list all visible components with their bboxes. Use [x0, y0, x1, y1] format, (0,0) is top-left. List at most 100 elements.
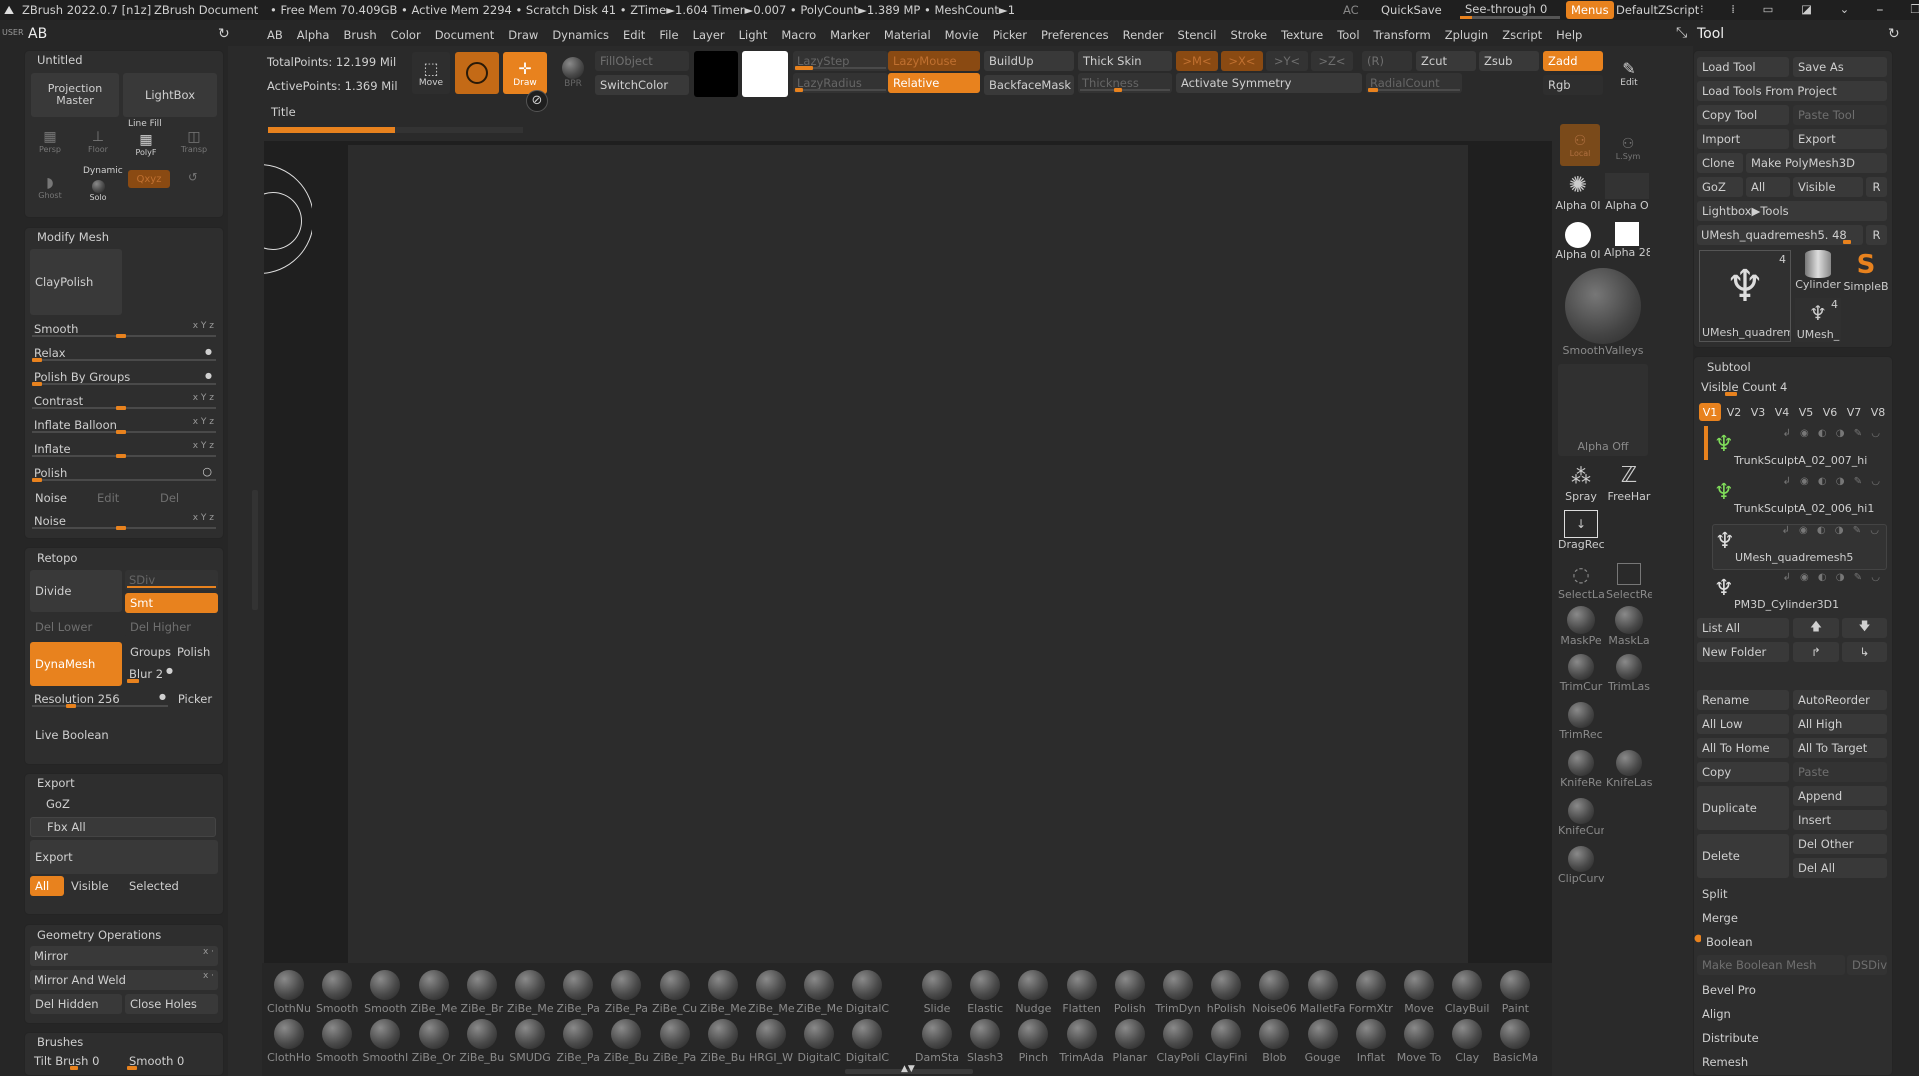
knifelasso-thumb[interactable]: KnifeLas [1606, 750, 1652, 794]
export-button[interactable]: Export [30, 840, 218, 874]
version-tab[interactable]: V5 [1795, 403, 1817, 421]
subtool-visibility-icon[interactable]: ↲ ◉ ◐ ◑ ✎ ◡ [1781, 525, 1882, 536]
trimcurve-thumb[interactable]: TrimCur [1558, 654, 1604, 698]
secondary-color-swatch[interactable] [742, 51, 788, 97]
brush-thumb[interactable]: ZiBe_Bu [459, 1019, 505, 1065]
brush-thumb[interactable]: SMUDG [507, 1019, 553, 1065]
sym-z-button[interactable]: >Z< [1311, 51, 1353, 71]
brush-thumb[interactable]: Slash3 [962, 1019, 1008, 1065]
brush-thumb[interactable]: Noise06 [1251, 970, 1297, 1016]
zadd-button[interactable]: Zadd [1543, 51, 1603, 71]
brush-thumb[interactable]: DigitalC [844, 1019, 890, 1065]
goz-all-button[interactable]: All [1746, 177, 1790, 197]
fbx-all-button[interactable]: Fbx All [30, 817, 216, 837]
ghost-button[interactable]: ◗ Ghost [32, 169, 68, 205]
folder-return-button[interactable]: ↳ [1842, 642, 1887, 662]
left-dock-handle[interactable] [252, 490, 258, 610]
selectrect-thumb[interactable]: SelectRe [1606, 560, 1652, 604]
del-all-button[interactable]: Del All [1793, 858, 1887, 878]
goz-r-button[interactable]: R [1866, 177, 1887, 197]
brush-thumb[interactable]: Nudge [1010, 970, 1056, 1016]
autoreorder-button[interactable]: AutoReorder [1793, 690, 1887, 710]
window-controls-icon[interactable]: ⁝ ⁞ ▭ ◪ ⌄ ⎯ ❐ ✕ [1700, 2, 1919, 17]
tool-palette-icon[interactable]: ⤡ [1676, 25, 1687, 41]
insert-button[interactable]: Insert [1793, 810, 1887, 830]
current-tool-slider[interactable]: UMesh_quadremesh5. 48 [1697, 225, 1863, 245]
make-boolean-mesh-button[interactable]: Make Boolean Mesh [1697, 955, 1845, 975]
activate-symmetry-button[interactable]: Activate Symmetry [1176, 73, 1362, 93]
version-tab[interactable]: V7 [1843, 403, 1865, 421]
brush-thumb[interactable]: MalletFa [1300, 970, 1346, 1016]
thick-skin-button[interactable]: Thick Skin [1078, 51, 1172, 71]
all-to-home-button[interactable]: All To Home [1697, 738, 1789, 758]
kniferect-thumb[interactable]: KnifeRe [1558, 750, 1604, 794]
menu-item[interactable]: Texture [1281, 28, 1323, 42]
fill-object-button[interactable]: FillObject [595, 51, 689, 71]
move-up-button[interactable]: 🡅 [1793, 618, 1839, 638]
menu-item[interactable]: Picker [993, 28, 1027, 42]
menu-item[interactable]: Zplugin [1445, 28, 1488, 42]
brush-thumb[interactable]: Blob [1251, 1019, 1297, 1065]
smooth-slider[interactable]: Smooth x Y z [30, 319, 218, 339]
export-all-button[interactable]: All [30, 876, 64, 896]
subtool-visibility-icon[interactable]: ↲ ◉ ◐ ◑ ✎ ◡ [1782, 572, 1883, 583]
alpha-thumb[interactable]: ✺ Alpha 0I [1555, 173, 1601, 217]
live-boolean-button[interactable]: Live Boolean [30, 713, 122, 757]
edit-button[interactable]: ✎ Edit [1609, 55, 1649, 91]
noise-del-button[interactable]: Del [155, 488, 213, 508]
clipcurve-thumb[interactable]: ClipCurv [1558, 846, 1604, 890]
menu-item[interactable]: Transform [1374, 28, 1431, 42]
brush-thumb[interactable]: ClayPoli [1155, 1019, 1201, 1065]
brush-thumb[interactable]: DigitalC [796, 1019, 842, 1065]
brush-thumb[interactable]: HRGI_W [748, 1019, 794, 1065]
del-hidden-button[interactable]: Del Hidden [30, 994, 122, 1014]
menu-item[interactable]: Color [391, 28, 421, 42]
version-tab[interactable]: V8 [1867, 403, 1889, 421]
brush-thumb[interactable]: FormXtr [1348, 970, 1394, 1016]
brush-thumb[interactable]: Inflat [1348, 1019, 1394, 1065]
tool-refresh-icon[interactable]: ↻ [1888, 26, 1900, 42]
menu-item[interactable]: Material [884, 28, 931, 42]
version-tab[interactable]: V2 [1723, 403, 1745, 421]
save-as-button[interactable]: Save As [1793, 57, 1887, 77]
brush-thumb[interactable]: ZiBe_Br [459, 970, 505, 1016]
brush-thumb[interactable]: Slide [914, 970, 960, 1016]
brush-thumb[interactable]: ZiBe_Bu [603, 1019, 649, 1065]
lightbox-tools-button[interactable]: Lightbox▶Tools [1697, 201, 1887, 221]
polish-by-groups-slider[interactable]: Polish By Groups ● [30, 367, 218, 387]
local-button[interactable]: ⚇ Local [1560, 124, 1600, 166]
lightbox-button[interactable]: LightBox [123, 73, 217, 117]
menu-item[interactable]: Document [435, 28, 495, 42]
brush-smooth-slider[interactable]: Smooth 0 [125, 1051, 218, 1071]
goz-export-button[interactable]: GoZ [30, 794, 216, 814]
menu-item[interactable]: Dynamics [552, 28, 609, 42]
menu-item[interactable]: Stencil [1178, 28, 1217, 42]
brush-thumb[interactable]: hPolish [1203, 970, 1249, 1016]
brush-thumb[interactable]: ZiBe_Me [700, 970, 746, 1016]
brush-thumb[interactable]: DigitalC [844, 970, 890, 1016]
subtool-visibility-icon[interactable]: ↲ ◉ ◐ ◑ ✎ ◡ [1782, 476, 1883, 487]
tool-thumb-umesh-small[interactable]: 4 ♆ UMesh_ [1795, 298, 1841, 342]
lazy-radius-slider[interactable]: LazyRadius [793, 73, 888, 93]
see-through-slider[interactable] [1460, 16, 1560, 19]
move-down-button[interactable]: 🡇 [1842, 618, 1887, 638]
claypolish-button[interactable]: ClayPolish [30, 249, 122, 315]
version-tab[interactable]: V6 [1819, 403, 1841, 421]
align-section[interactable]: Align [1697, 1003, 1887, 1025]
sdiv-slider[interactable]: SDiv [125, 570, 218, 590]
brush-thumb[interactable]: Polish [1107, 970, 1153, 1016]
brush-thumb[interactable]: Smooth [314, 970, 360, 1016]
rgb-button[interactable]: Rgb [1543, 75, 1603, 95]
tool-thumb-simplebrush[interactable]: S SimpleB [1843, 250, 1889, 294]
subtool-item[interactable]: ♆ ↲ ◉ ◐ ◑ ✎ ◡ UMesh_quadremesh5 [1712, 524, 1887, 570]
alpha-thumb[interactable]: Alpha O [1604, 173, 1650, 217]
spray-stroke-thumb[interactable]: ⁂ Spray [1558, 462, 1604, 506]
brush-thumb[interactable]: Flatten [1059, 970, 1105, 1016]
brush-thumb[interactable]: TrimAda [1059, 1019, 1105, 1065]
subtool-item[interactable]: ♆ ↲ ◉ ◐ ◑ ✎ ◡ TrunkSculptA_02_007_hi [1712, 428, 1887, 474]
contrast-slider[interactable]: Contrast x Y z [30, 391, 218, 411]
mirror-and-weld-button[interactable]: Mirror And Weld x · [30, 970, 218, 990]
version-tab[interactable]: V3 [1747, 403, 1769, 421]
brush-thumb[interactable]: Planar [1107, 1019, 1153, 1065]
polish-toggle-button[interactable]: Polish [172, 642, 218, 662]
